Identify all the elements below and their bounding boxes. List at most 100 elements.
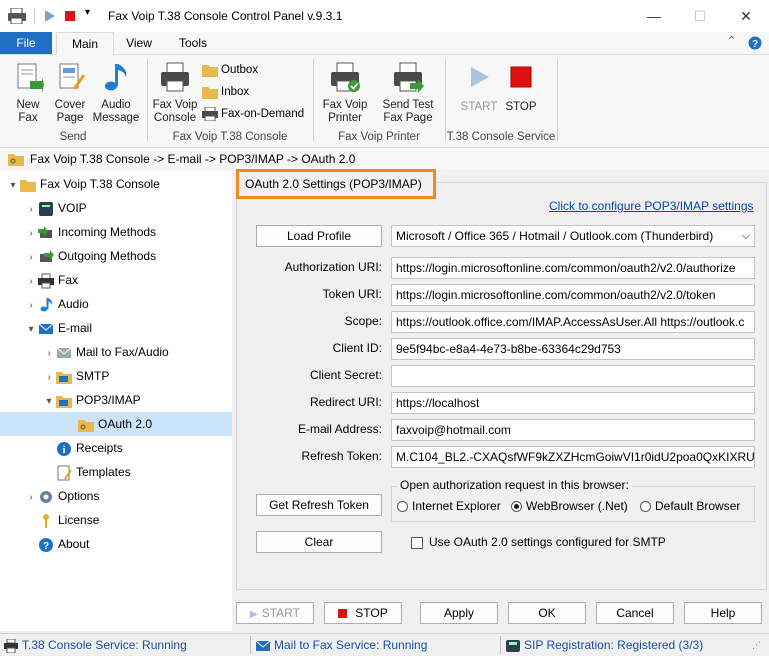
expand-arrow-icon[interactable]: › xyxy=(24,246,38,270)
tree-item-voip[interactable]: › VOIP xyxy=(0,196,256,220)
tree-label-mail-to-fax: Mail to Fax/Audio xyxy=(76,345,169,359)
configure-pop3-link[interactable]: Click to configure POP3/IMAP settings xyxy=(549,199,754,213)
scope-field[interactable]: https://outlook.office.com/IMAP.AccessAs… xyxy=(391,311,755,333)
fax-on-demand-button[interactable]: Fax-on-Demand xyxy=(202,104,304,124)
tree-item-about[interactable]: ? About xyxy=(0,532,256,556)
tab-main[interactable]: Main xyxy=(56,32,114,56)
tab-tools[interactable]: Tools xyxy=(166,32,220,54)
tree-item-incoming[interactable]: › Incoming Methods xyxy=(0,220,256,244)
audio-message-button[interactable]: Audio Message xyxy=(92,61,140,125)
help-icon[interactable]: ? xyxy=(748,36,762,50)
bottom-stop-button[interactable]: STOP xyxy=(324,602,402,624)
checkbox-icon xyxy=(411,536,423,549)
expand-arrow-icon[interactable]: › xyxy=(42,366,56,390)
service-start-button[interactable]: START xyxy=(458,61,500,114)
status-service-text: T.38 Console Service: Running xyxy=(22,638,187,652)
tree-item-options[interactable]: › Options xyxy=(0,484,256,508)
service-group-label: T.38 Console Service xyxy=(446,131,556,143)
music-note-icon xyxy=(105,64,127,91)
tree-item-oauth[interactable]: OAuth 2.0 xyxy=(0,412,232,436)
fax-voip-printer-button[interactable]: Fax Voip Printer xyxy=(320,61,370,125)
refresh-token-label: Refresh Token: xyxy=(301,449,383,463)
outbox-button[interactable]: Outbox xyxy=(202,60,258,80)
tree-item-audio[interactable]: › Audio xyxy=(0,292,256,316)
expand-arrow-icon[interactable]: › xyxy=(24,222,38,246)
radio-default-browser[interactable]: Default Browser xyxy=(640,499,740,513)
radio-internet-explorer[interactable]: Internet Explorer xyxy=(397,499,501,513)
new-fax-button[interactable]: New Fax xyxy=(6,61,50,125)
maximize-button[interactable]: ☐ xyxy=(677,0,723,32)
cover-page-label-2: Page xyxy=(56,112,84,124)
tree-item-smtp[interactable]: › SMTP xyxy=(0,364,274,388)
cover-page-button[interactable]: Cover Page xyxy=(50,61,90,125)
tab-view[interactable]: View xyxy=(116,32,162,54)
tree-item-receipts[interactable]: i Receipts xyxy=(0,436,274,460)
client-id-field[interactable]: 9e5f94bc-e8a4-4e73-b8be-63364c29d753 xyxy=(391,338,755,360)
collapse-ribbon-icon[interactable]: ⌃ xyxy=(727,34,736,47)
auth-uri-field[interactable]: https://login.microsoftonline.com/common… xyxy=(391,257,755,279)
svg-text:?: ? xyxy=(752,39,758,50)
bottom-start-label: START xyxy=(261,606,300,620)
start-quick-icon[interactable] xyxy=(44,10,56,22)
load-profile-button[interactable]: Load Profile xyxy=(256,225,382,247)
breadcrumb: Fax Voip T.38 Console -> E-mail -> POP3/… xyxy=(0,148,769,170)
fax-on-demand-label: Fax-on-Demand xyxy=(221,108,305,120)
tree-item-email[interactable]: ▾ E-mail xyxy=(0,316,256,340)
close-button[interactable]: ✕ xyxy=(723,0,769,32)
help-button[interactable]: Help xyxy=(684,602,762,624)
redirect-uri-field[interactable]: https://localhost xyxy=(391,392,755,414)
get-refresh-token-button[interactable]: Get Refresh Token xyxy=(256,494,382,516)
radio-webbrowser[interactable]: WebBrowser (.Net) xyxy=(511,499,628,513)
fax-voip-console-button[interactable]: Fax Voip Console xyxy=(152,61,198,125)
tree-item-license[interactable]: License xyxy=(0,508,256,532)
browser-group-title: Open authorization request in this brows… xyxy=(397,478,632,492)
service-stop-button[interactable]: STOP xyxy=(500,61,542,114)
play-icon: ▶ xyxy=(250,609,258,620)
send-test-label-2: Fax Page xyxy=(383,112,433,124)
chevron-down-icon: ⌵ xyxy=(741,230,750,242)
stop-quick-icon[interactable] xyxy=(64,10,76,22)
expand-arrow-icon[interactable]: › xyxy=(24,270,38,294)
ok-button[interactable]: OK xyxy=(508,602,586,624)
tree-item-fax[interactable]: › Fax xyxy=(0,268,256,292)
clear-button[interactable]: Clear xyxy=(256,531,382,553)
quick-access-dropdown-icon[interactable]: ▾ xyxy=(85,7,90,18)
new-fax-icon xyxy=(17,63,44,93)
tree-label-outgoing: Outgoing Methods xyxy=(58,249,157,263)
collapse-arrow-icon[interactable]: ▾ xyxy=(24,318,38,342)
status-bar: T.38 Console Service: Running Mail to Fa… xyxy=(0,633,769,656)
tab-file[interactable]: File xyxy=(0,32,52,54)
expand-arrow-icon[interactable]: › xyxy=(24,486,38,510)
expand-arrow-icon[interactable]: › xyxy=(24,294,38,318)
tree-item-mail-to-fax[interactable]: › Mail to Fax/Audio xyxy=(0,340,274,364)
fax-icon xyxy=(38,273,54,289)
email-field[interactable]: faxvoip@hotmail.com xyxy=(391,419,755,441)
token-uri-field[interactable]: https://login.microsoftonline.com/common… xyxy=(391,284,755,306)
scope-label: Scope: xyxy=(344,314,382,328)
apply-button[interactable]: Apply xyxy=(420,602,498,624)
inbox-folder-icon xyxy=(202,86,218,99)
expand-arrow-icon[interactable]: › xyxy=(42,342,56,366)
ribbon-separator xyxy=(147,59,148,141)
use-smtp-checkbox[interactable]: Use OAuth 2.0 settings configured for SM… xyxy=(411,535,666,549)
profile-select[interactable]: Microsoft / Office 365 / Hotmail / Outlo… xyxy=(391,225,755,247)
collapse-arrow-icon[interactable]: ▾ xyxy=(42,390,56,414)
refresh-token-field[interactable]: M.C104_BL2.-CXAQsfWF9kZXZHcmGoiwVI1r0idU… xyxy=(391,446,755,468)
status-mail-to-fax-text: Mail to Fax Service: Running xyxy=(274,638,428,652)
tree-item-root[interactable]: ▾ Fax Voip T.38 Console xyxy=(0,172,238,196)
outbox-folder-icon xyxy=(202,64,218,77)
bottom-stop-label: STOP xyxy=(355,606,388,620)
inbox-button[interactable]: Inbox xyxy=(202,82,249,102)
client-secret-field[interactable] xyxy=(391,365,755,387)
resize-grip-icon[interactable]: ⋰ xyxy=(752,640,761,651)
bottom-start-button[interactable]: ▶ START xyxy=(236,602,314,624)
minimize-button[interactable]: — xyxy=(631,0,677,32)
expand-arrow-icon[interactable]: › xyxy=(24,198,38,222)
tree-item-templates[interactable]: Templates xyxy=(0,460,274,484)
collapse-arrow-icon[interactable]: ▾ xyxy=(6,174,20,198)
tree-item-pop3[interactable]: ▾ POP3/IMAP xyxy=(0,388,274,412)
cancel-button[interactable]: Cancel xyxy=(596,602,674,624)
tree-item-outgoing[interactable]: › Outgoing Methods xyxy=(0,244,256,268)
mail-icon xyxy=(256,640,270,651)
send-test-fax-button[interactable]: Send Test Fax Page xyxy=(378,61,438,125)
